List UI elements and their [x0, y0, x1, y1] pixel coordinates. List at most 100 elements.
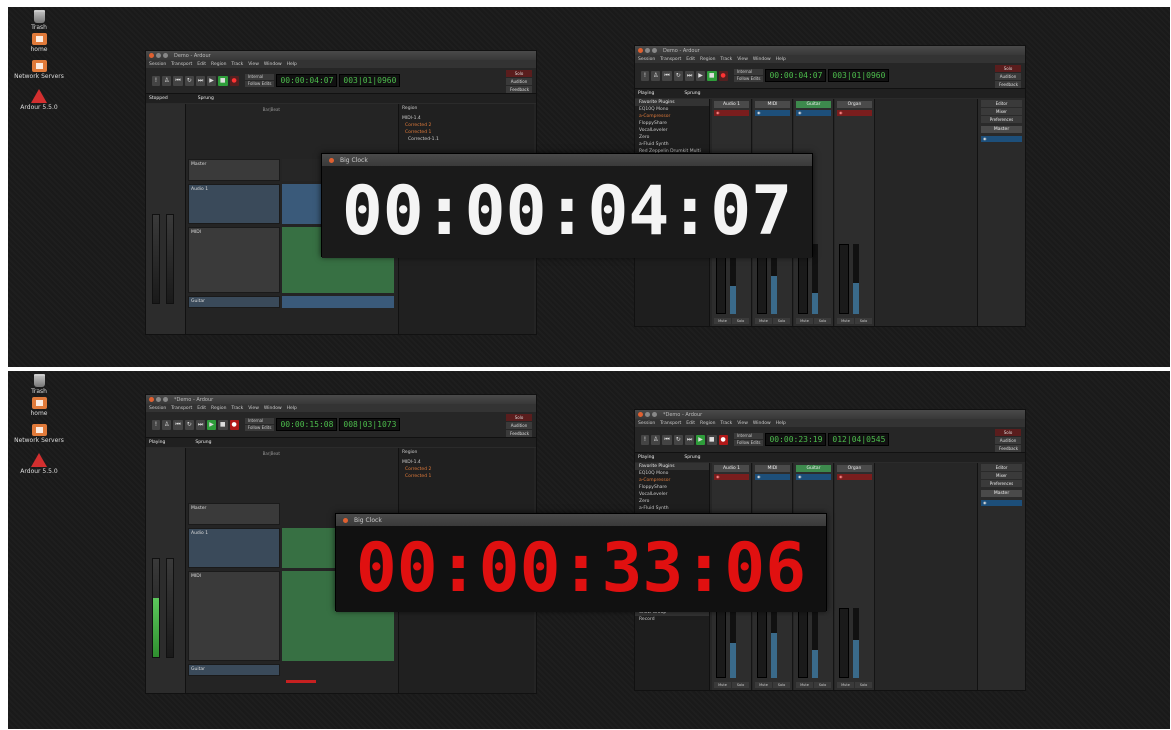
secondary-clock[interactable]: 003|01|0960	[828, 69, 890, 82]
master-name[interactable]: Master	[981, 490, 1022, 497]
primary-clock[interactable]: 00:00:15:08	[276, 418, 338, 431]
menu-session[interactable]: Session	[149, 406, 166, 411]
goto-end-button[interactable]: ⏭	[684, 434, 695, 445]
plugin-item[interactable]: a-Fluid Synth	[635, 141, 709, 148]
menu-view[interactable]: View	[248, 406, 259, 411]
maximize-icon[interactable]	[652, 412, 657, 417]
stop-button[interactable]: ■	[217, 419, 228, 430]
menu-transport[interactable]: Transport	[660, 57, 681, 62]
menu-region[interactable]: Region	[211, 406, 226, 411]
mixer-button[interactable]: Mixer	[981, 108, 1022, 115]
plugin-slot[interactable]: ◉	[714, 474, 749, 480]
solo-button[interactable]: Solo	[732, 318, 749, 324]
plugin-item[interactable]: Zero	[635, 498, 709, 505]
plugin-slot[interactable]: ◉	[796, 110, 831, 116]
strip-name[interactable]: MIDI	[755, 465, 790, 472]
preferences-button[interactable]: Preferences	[981, 116, 1022, 123]
menu-transport[interactable]: Transport	[171, 62, 192, 67]
mute-button[interactable]: Mute	[755, 682, 772, 688]
primary-clock[interactable]: 00:00:04:07	[276, 74, 338, 87]
mute-button[interactable]: Mute	[796, 318, 813, 324]
solo-button[interactable]: Solo	[995, 65, 1021, 72]
plugin-item[interactable]: FloppyShare	[635, 484, 709, 491]
internal-button[interactable]: Internal	[733, 69, 764, 75]
strip-name[interactable]: Organ	[837, 465, 872, 472]
record-button[interactable]: ●	[229, 419, 239, 430]
close-icon[interactable]	[329, 157, 334, 163]
plugin-item[interactable]: a-Compressor	[635, 113, 709, 120]
minimize-icon[interactable]	[645, 412, 650, 417]
big-clock-titlebar[interactable]: Big Clock	[336, 514, 826, 526]
loop-button[interactable]: ↻	[673, 70, 683, 81]
feedback-button[interactable]: Feedback	[995, 445, 1021, 452]
menu-track[interactable]: Track	[720, 57, 732, 62]
record-button[interactable]: ●	[229, 75, 239, 86]
strip-name[interactable]: Audio 1	[714, 465, 749, 472]
region-item[interactable]: Corrected 1	[405, 130, 431, 135]
loop-button[interactable]: ↻	[184, 75, 194, 86]
minimize-icon[interactable]	[156, 53, 161, 58]
metronome-button[interactable]: ♙	[651, 70, 661, 81]
mute-button[interactable]: Mute	[755, 318, 772, 324]
network-servers-desktop-icon[interactable]: Network Servers	[14, 60, 64, 80]
close-icon[interactable]	[149, 397, 154, 402]
audition-button[interactable]: Audition	[506, 78, 532, 85]
track-header-audio1[interactable]: Audio 1	[188, 528, 280, 568]
mixer-button[interactable]: Mixer	[981, 472, 1022, 479]
group-item[interactable]: Record	[635, 616, 709, 623]
menu-region[interactable]: Region	[700, 57, 715, 62]
close-icon[interactable]	[343, 517, 348, 523]
solo-button[interactable]: Solo	[995, 429, 1021, 436]
big-clock-display[interactable]: 00:00:33:06	[336, 526, 826, 612]
network-servers-desktop-icon[interactable]: Network Servers	[14, 424, 64, 444]
stop-button[interactable]: ■	[706, 434, 717, 445]
maximize-icon[interactable]	[163, 53, 168, 58]
follow-edits-button[interactable]: Follow Edits	[733, 76, 764, 82]
region-item[interactable]: MIDI-1.4	[402, 116, 421, 121]
solo-button[interactable]: Solo	[506, 414, 532, 421]
menu-track[interactable]: Track	[720, 421, 732, 426]
menu-view[interactable]: View	[737, 421, 748, 426]
play-button[interactable]: ▶	[696, 70, 705, 81]
strip-name[interactable]: MIDI	[755, 101, 790, 108]
track-header-midi[interactable]: MIDI	[188, 227, 280, 293]
strip-fader[interactable]	[839, 244, 849, 314]
menu-help[interactable]: Help	[287, 406, 297, 411]
master-plugin-slot[interactable]: ◉	[981, 500, 1022, 506]
panic-button[interactable]: !	[152, 419, 160, 430]
menu-transport[interactable]: Transport	[171, 406, 192, 411]
strip-fader[interactable]	[166, 558, 174, 658]
menu-session[interactable]: Session	[638, 421, 655, 426]
metronome-button[interactable]: ♙	[651, 434, 661, 445]
plugin-item[interactable]: a-Compressor	[635, 477, 709, 484]
plugin-item[interactable]: VocalLeveler	[635, 491, 709, 498]
menu-region[interactable]: Region	[211, 62, 226, 67]
panic-button[interactable]: !	[641, 434, 649, 445]
strip-name[interactable]: Audio 1	[714, 101, 749, 108]
strip-fader[interactable]	[798, 608, 808, 678]
region-item[interactable]: Corrected-1.1	[408, 137, 439, 142]
ardour-desktop-icon[interactable]: Ardour 5.5.0	[14, 89, 64, 111]
solo-button[interactable]: Solo	[732, 682, 749, 688]
metronome-button[interactable]: ♙	[162, 75, 172, 86]
stop-button[interactable]: ■	[706, 70, 717, 81]
feedback-button[interactable]: Feedback	[995, 81, 1021, 88]
track-header-guitar[interactable]: Guitar	[188, 296, 280, 308]
mixer-titlebar[interactable]: *Demo - Ardour	[635, 410, 1025, 419]
follow-edits-button[interactable]: Follow Edits	[244, 81, 275, 87]
menu-track[interactable]: Track	[231, 62, 243, 67]
mixer-titlebar[interactable]: Demo - Ardour	[635, 46, 1025, 55]
master-name[interactable]: Master	[981, 126, 1022, 133]
stop-button[interactable]: ■	[217, 75, 228, 86]
track-header-master[interactable]: Master	[188, 503, 280, 525]
solo-button[interactable]: Solo	[773, 318, 790, 324]
menu-edit[interactable]: Edit	[197, 406, 206, 411]
menu-window[interactable]: Window	[753, 421, 771, 426]
home-desktop-icon[interactable]: home	[14, 33, 64, 53]
region-item[interactable]: Corrected 1	[405, 474, 431, 479]
feedback-button[interactable]: Feedback	[506, 430, 532, 437]
goto-start-button[interactable]: ⏮	[662, 70, 672, 81]
track-header-audio1[interactable]: Audio 1	[188, 184, 280, 224]
menu-help[interactable]: Help	[776, 57, 786, 62]
internal-button[interactable]: Internal	[244, 74, 275, 80]
